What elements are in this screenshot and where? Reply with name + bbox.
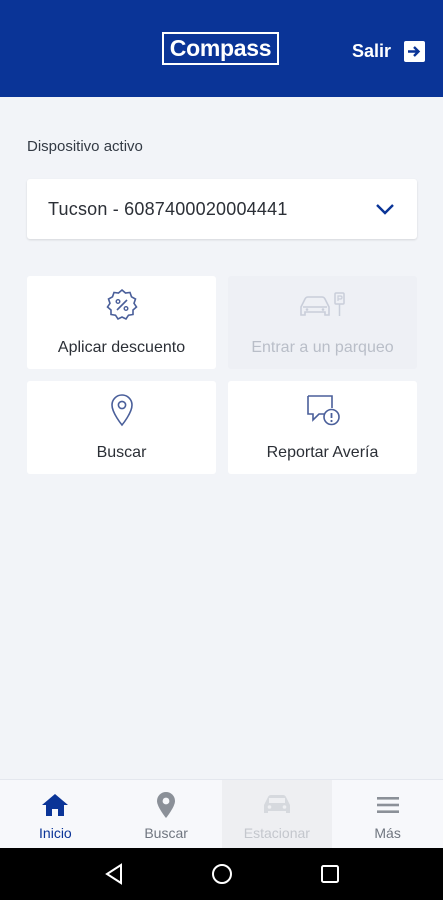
device-section-label: Dispositivo activo bbox=[27, 138, 143, 155]
compass-logo: Compass bbox=[162, 32, 279, 65]
nav-item-inicio[interactable]: Inicio bbox=[0, 780, 111, 848]
report-issue-label: Reportar Avería bbox=[266, 444, 379, 461]
enter-parking-label: Entrar a un parqueo bbox=[251, 339, 394, 356]
back-button[interactable] bbox=[60, 863, 168, 885]
logout-arrow-icon bbox=[404, 40, 425, 62]
car-icon bbox=[262, 792, 292, 818]
logout-label: Salir bbox=[351, 40, 391, 61]
apply-discount-tile[interactable]: Aplicar descuento bbox=[27, 276, 216, 369]
logout-button[interactable]: Salir bbox=[352, 38, 425, 64]
nav-item-mas[interactable]: Más bbox=[332, 780, 443, 848]
nav-item-buscar[interactable]: Buscar bbox=[111, 780, 222, 848]
device-selected-value: Tucson - 6087400020004441 bbox=[48, 198, 288, 219]
nav-label-buscar: Buscar bbox=[144, 825, 188, 841]
apply-discount-label: Aplicar descuento bbox=[57, 339, 186, 356]
report-issue-tile[interactable]: Reportar Avería bbox=[228, 381, 417, 474]
recents-button[interactable] bbox=[276, 864, 384, 884]
nav-label-inicio: Inicio bbox=[39, 825, 72, 841]
app-header: Compass Salir bbox=[0, 0, 443, 97]
enter-parking-tile: Entrar a un parqueo bbox=[228, 276, 417, 369]
home-system-button[interactable] bbox=[168, 863, 276, 885]
nav-label-estacionar: Estacionar bbox=[243, 825, 310, 841]
discount-icon bbox=[105, 288, 139, 322]
bottom-navigation: Inicio Buscar Estacionar Más bbox=[0, 779, 443, 848]
location-pin-icon bbox=[109, 393, 135, 427]
back-triangle-icon bbox=[104, 863, 122, 885]
nav-item-estacionar: Estacionar bbox=[221, 780, 333, 848]
search-label: Buscar bbox=[96, 444, 147, 461]
chevron-down-icon bbox=[376, 204, 394, 215]
home-icon bbox=[41, 792, 69, 818]
car-parking-icon bbox=[297, 288, 349, 322]
status-bar bbox=[0, 0, 443, 22]
nav-label-mas: Más bbox=[374, 825, 401, 841]
report-issue-icon bbox=[305, 393, 341, 427]
search-tile[interactable]: Buscar bbox=[27, 381, 216, 474]
recents-square-icon bbox=[320, 865, 339, 883]
menu-icon bbox=[376, 792, 399, 818]
device-dropdown[interactable]: Tucson - 6087400020004441 bbox=[27, 179, 417, 239]
home-circle-icon bbox=[211, 864, 232, 884]
location-pin-icon bbox=[156, 792, 176, 818]
system-navigation-bar bbox=[0, 848, 443, 900]
